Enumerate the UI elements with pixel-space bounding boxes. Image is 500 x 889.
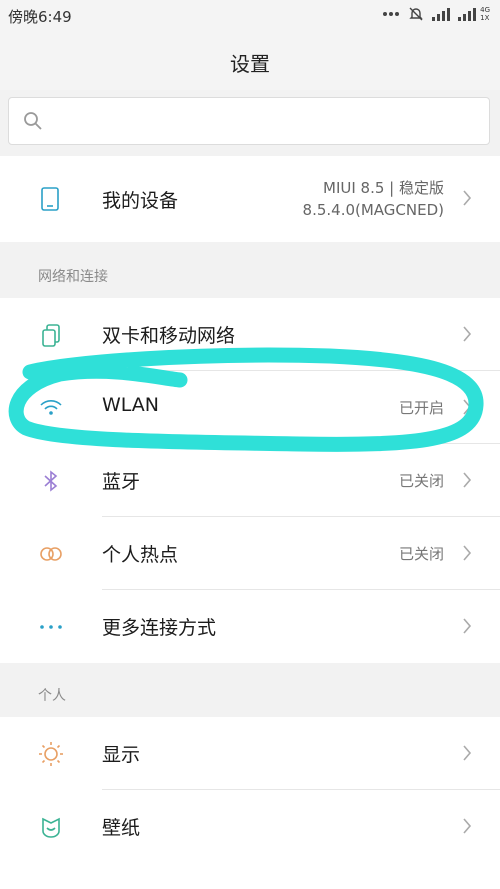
chevron-right-icon: [462, 617, 472, 639]
row-status: 已关闭: [398, 472, 444, 490]
personal-card: 显示 壁纸: [0, 717, 500, 889]
signal-2-icon: [458, 7, 477, 21]
row-label: 壁纸: [102, 817, 141, 839]
search-input[interactable]: [51, 98, 481, 144]
row-more-connections[interactable]: 更多连接方式: [0, 590, 500, 663]
status-bar: 傍晚6:49 4G 1X: [0, 0, 500, 30]
network-type-bottom: 1X: [480, 14, 490, 22]
device-version-line2: 8.5.4.0(MAGCNED): [302, 201, 444, 219]
row-wlan[interactable]: WLAN 已开启: [0, 371, 500, 444]
section-header-network: 网络和连接: [38, 269, 108, 285]
row-label: 双卡和移动网络: [102, 325, 236, 347]
title-bar: 设置: [0, 30, 500, 90]
status-icons: 4G 1X: [382, 6, 490, 22]
page-title: 设置: [230, 52, 270, 76]
row-label: 个人热点: [102, 544, 179, 566]
my-device-row[interactable]: 我的设备 MIUI 8.5 | 稳定版 8.5.4.0(MAGCNED): [0, 156, 500, 242]
sun-icon: [38, 741, 64, 767]
row-hotspot[interactable]: 个人热点 已关闭: [0, 517, 500, 590]
hotspot-icon: [38, 541, 64, 567]
network-type: 4G 1X: [480, 6, 490, 22]
device-version: MIUI 8.5 | 稳定版 8.5.4.0(MAGCNED): [303, 177, 444, 221]
row-label: 蓝牙: [102, 471, 141, 493]
section-header-personal: 个人: [38, 688, 66, 704]
row-wallpaper[interactable]: 壁纸: [0, 790, 500, 863]
chevron-right-icon: [462, 325, 472, 347]
row-label: 显示: [102, 744, 141, 766]
network-type-top: 4G: [480, 6, 490, 14]
device-version-line1: MIUI 8.5 | 稳定版: [323, 179, 444, 197]
row-display[interactable]: 显示: [0, 717, 500, 790]
row-label: WLAN: [102, 394, 160, 416]
row-label: 更多连接方式: [102, 617, 217, 639]
chevron-right-icon: [462, 398, 472, 420]
bluetooth-icon: [38, 468, 64, 494]
row-status: 已关闭: [398, 545, 444, 563]
mute-bell-icon: [408, 6, 424, 22]
phone-icon: [40, 186, 60, 216]
search-box[interactable]: [8, 97, 490, 145]
chevron-right-icon: [462, 189, 472, 211]
chevron-right-icon: [462, 544, 472, 566]
network-card: 双卡和移动网络 WLAN 已开启 蓝牙 已关闭 个人热点 已关闭 更多连接方式: [0, 298, 500, 663]
row-status: 已开启: [398, 399, 444, 417]
wifi-icon: [38, 395, 64, 421]
more-dots-icon: [38, 614, 64, 640]
chevron-right-icon: [462, 744, 472, 766]
row-bluetooth[interactable]: 蓝牙 已关闭: [0, 444, 500, 517]
chevron-right-icon: [462, 471, 472, 493]
signal-icon: [432, 7, 451, 21]
more-notifications-icon: [382, 11, 400, 17]
status-time: 傍晚6:49: [8, 8, 72, 26]
chevron-right-icon: [462, 817, 472, 839]
row-dual-sim[interactable]: 双卡和移动网络: [0, 298, 500, 371]
wallpaper-icon: [38, 814, 64, 840]
my-device-label: 我的设备: [102, 190, 179, 212]
sim-card-icon: [38, 322, 64, 348]
search-icon: [23, 111, 43, 135]
